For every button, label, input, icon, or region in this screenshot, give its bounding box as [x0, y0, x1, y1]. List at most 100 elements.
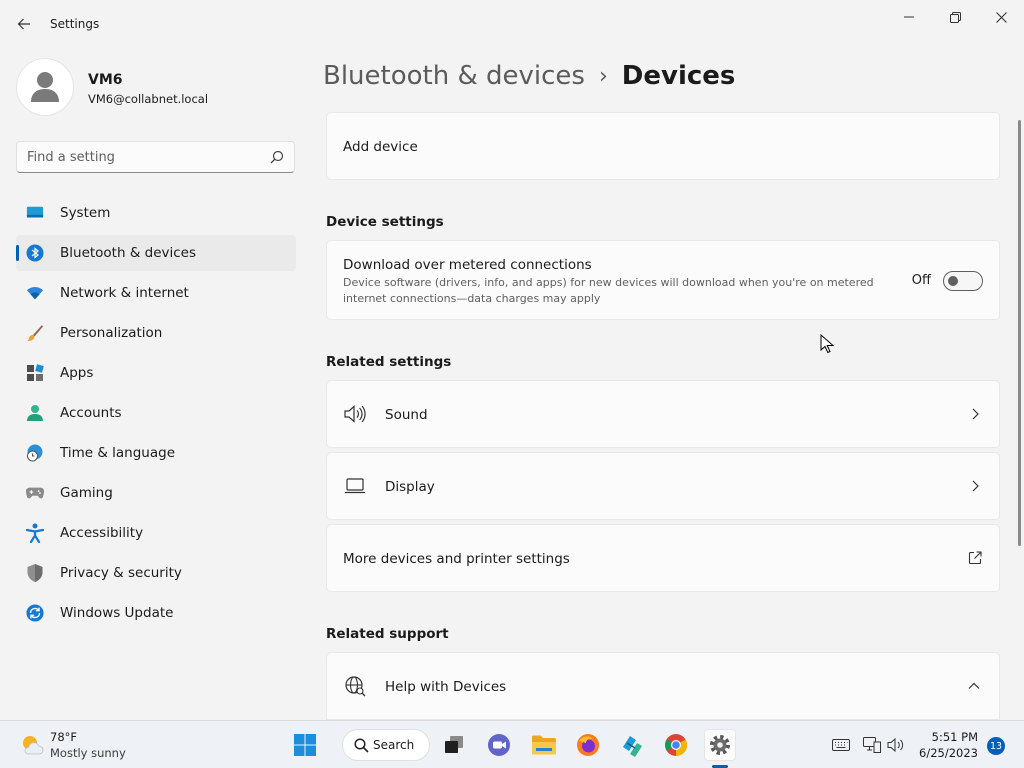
keyboard-icon[interactable]	[832, 736, 850, 754]
search-box[interactable]	[16, 141, 295, 173]
sidebar-item-label: Time & language	[60, 445, 176, 461]
display-link-card[interactable]: Display	[326, 452, 1000, 520]
start-button[interactable]	[289, 729, 321, 761]
add-device-card[interactable]: Add device	[326, 112, 1000, 180]
search-icon	[354, 738, 369, 753]
wifi-icon	[26, 284, 44, 302]
chevron-right-icon	[972, 480, 979, 492]
notification-badge[interactable]: 13	[987, 737, 1005, 755]
mouse-cursor-icon	[820, 334, 834, 354]
person-icon	[31, 72, 59, 102]
breadcrumb-separator: ›	[598, 63, 608, 89]
clock-time: 5:51 PM	[931, 730, 978, 744]
restore-button[interactable]	[933, 4, 977, 30]
search-input[interactable]	[17, 142, 262, 172]
speaker-icon	[343, 403, 367, 425]
clock-date: 6/25/2023	[919, 746, 978, 760]
sidebar-item-privacy-security[interactable]: Privacy & security	[16, 555, 296, 591]
chrome-button[interactable]	[660, 729, 692, 761]
sound-link-card[interactable]: Sound	[326, 380, 1000, 448]
globe-clock-icon	[26, 444, 44, 462]
sidebar-item-label: Accounts	[60, 405, 122, 421]
back-button[interactable]	[10, 10, 38, 38]
sidebar-item-personalization[interactable]: Personalization	[16, 315, 296, 351]
taskbar-search-label: Search	[373, 738, 415, 752]
metered-description: Device software (drivers, info, and apps…	[343, 276, 874, 305]
scrollbar-thumb[interactable]	[1018, 120, 1021, 546]
breadcrumb: Bluetooth & devices › Devices	[323, 58, 735, 94]
accessibility-icon	[26, 523, 44, 543]
related-settings-heading: Related settings	[326, 354, 452, 370]
chevron-up-icon[interactable]	[967, 679, 981, 693]
shield-icon	[26, 564, 44, 582]
avatar[interactable]	[16, 58, 74, 116]
metered-toggle[interactable]	[943, 271, 983, 291]
search-icon[interactable]	[270, 150, 284, 164]
weather-description: Mostly sunny	[50, 746, 126, 760]
file-explorer-button[interactable]	[528, 729, 560, 761]
sidebar-item-label: Windows Update	[60, 605, 174, 621]
gear-icon	[710, 735, 730, 755]
profile-name: VM6	[88, 72, 123, 88]
related-support-heading: Related support	[326, 626, 449, 642]
toggle-knob	[948, 276, 958, 286]
more-devices-printer-card[interactable]: More devices and printer settings	[326, 524, 1000, 592]
folder-icon	[532, 735, 556, 755]
laptop-icon	[343, 475, 367, 497]
page-title: Devices	[621, 61, 736, 91]
metered-connections-card: Download over metered connections Device…	[326, 240, 1000, 320]
sidebar-item-label: Accessibility	[60, 525, 144, 541]
sidebar-item-accounts[interactable]: Accounts	[16, 395, 296, 431]
firefox-button[interactable]	[572, 729, 604, 761]
bluetooth-icon	[26, 244, 44, 262]
app-title: Settings	[50, 17, 100, 31]
display-label: Display	[385, 479, 435, 495]
sidebar-item-label: Privacy & security	[60, 565, 182, 581]
brush-icon	[26, 324, 44, 342]
close-button[interactable]	[979, 4, 1023, 30]
gamepad-icon	[26, 484, 44, 502]
apps-icon	[26, 364, 44, 382]
sidebar-nav: System Bluetooth & devices Network & int…	[16, 195, 296, 635]
settings-taskbar-button[interactable]	[704, 729, 736, 761]
system-icon	[26, 204, 44, 222]
taskbar-search-button[interactable]: Search	[342, 729, 430, 761]
update-icon	[26, 604, 44, 622]
help-with-devices-label: Help with Devices	[385, 679, 507, 695]
title-bar: Settings	[0, 0, 1024, 48]
sidebar-item-label: Personalization	[60, 325, 163, 341]
app-icon	[623, 736, 642, 757]
external-link-icon	[968, 551, 982, 565]
add-device-label: Add device	[343, 139, 418, 155]
taskbar: 78°F Mostly sunny Search 5:51 PM 6/25/20…	[0, 720, 1024, 768]
windows-logo-icon	[294, 734, 316, 756]
sidebar-item-bluetooth-devices[interactable]: Bluetooth & devices	[16, 235, 296, 271]
sound-label: Sound	[385, 407, 428, 423]
minimize-icon	[904, 16, 914, 18]
sidebar-item-system[interactable]: System	[16, 195, 296, 231]
breadcrumb-parent-link[interactable]: Bluetooth & devices	[323, 61, 585, 91]
help-with-devices-card[interactable]: Help with Devices	[326, 652, 1000, 720]
minimize-button[interactable]	[887, 4, 931, 30]
profile-email: VM6@collabnet.local	[88, 92, 209, 106]
arrow-left-icon	[17, 18, 30, 30]
more-devices-label: More devices and printer settings	[343, 551, 570, 567]
sidebar-item-time-language[interactable]: Time & language	[16, 435, 296, 471]
task-view-icon	[445, 736, 463, 753]
chrome-icon	[665, 734, 687, 756]
task-view-button[interactable]	[438, 729, 470, 761]
restore-icon	[949, 11, 961, 23]
chevron-right-icon	[972, 408, 979, 420]
app-launcher-button[interactable]	[616, 729, 648, 761]
sidebar-item-gaming[interactable]: Gaming	[16, 475, 296, 511]
video-chat-icon	[488, 734, 510, 756]
sidebar-item-network[interactable]: Network & internet	[16, 275, 296, 311]
network-icon[interactable]	[863, 736, 881, 754]
sidebar-item-accessibility[interactable]: Accessibility	[16, 515, 296, 551]
volume-icon[interactable]	[887, 736, 905, 754]
sidebar-item-windows-update[interactable]: Windows Update	[16, 595, 296, 631]
sidebar-item-apps[interactable]: Apps	[16, 355, 296, 391]
person-icon	[26, 404, 44, 422]
teams-chat-button[interactable]	[483, 729, 515, 761]
close-icon	[995, 11, 1007, 23]
